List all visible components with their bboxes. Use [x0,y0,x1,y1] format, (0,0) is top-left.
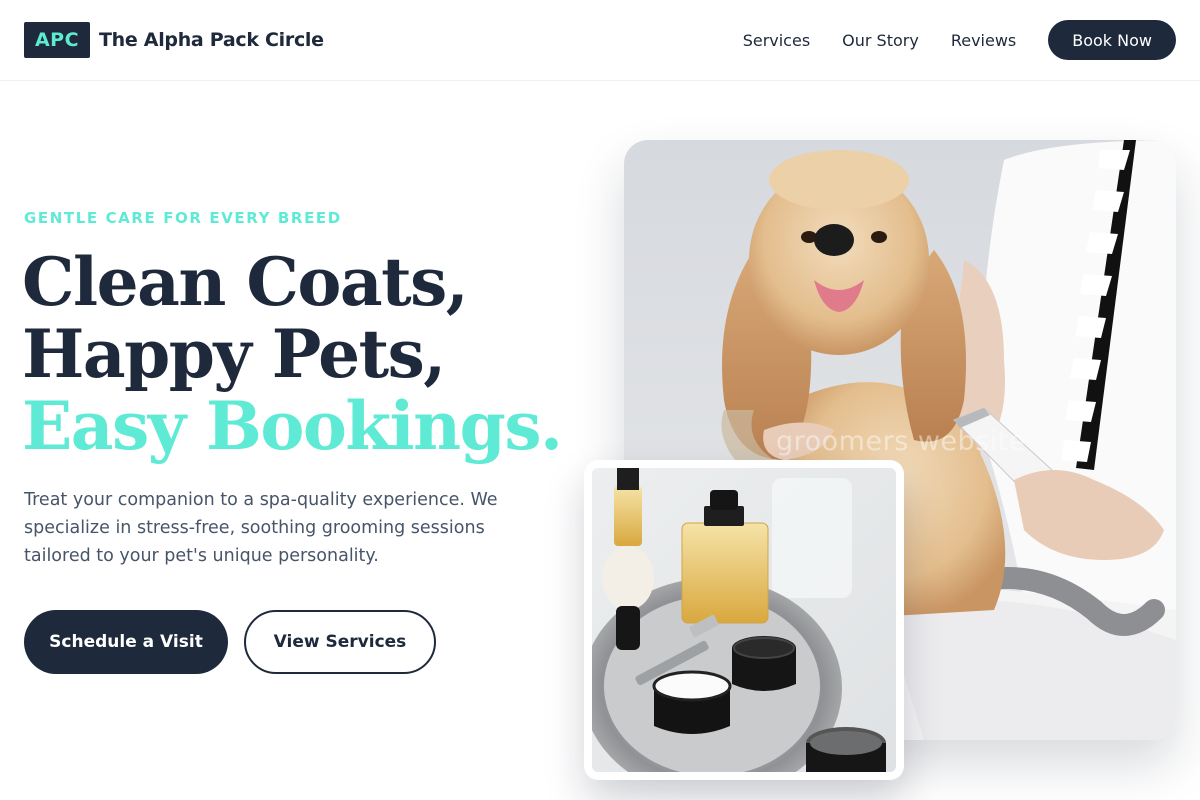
brand-name: The Alpha Pack Circle [99,29,324,51]
image-watermark: groomers website [776,426,1026,457]
nav-link-reviews[interactable]: Reviews [951,31,1016,50]
main-nav: Services Our Story Reviews Book Now [743,20,1176,60]
headline-line-2: Happy Pets, [22,315,446,393]
headline-line-1: Clean Coats, [22,243,469,321]
schedule-visit-button[interactable]: Schedule a Visit [24,610,228,674]
view-services-button[interactable]: View Services [244,610,436,674]
hero-description: Treat your companion to a spa-quality ex… [24,490,498,566]
hero-headline: Clean Coats, Happy Pets, Easy Bookings. [22,246,582,462]
hero-eyebrow: GENTLE CARE FOR EVERY BREED [24,209,342,227]
brand-logo[interactable]: APC The Alpha Pack Circle [24,22,324,58]
products-illustration [592,468,896,772]
site-header: APC The Alpha Pack Circle Services Our S… [0,0,1200,81]
nav-link-our-story[interactable]: Our Story [842,31,919,50]
hero-inset-card [584,460,904,780]
nav-link-services[interactable]: Services [743,31,810,50]
logo-badge: APC [24,22,90,58]
headline-accent: Easy Bookings. [22,387,563,465]
book-now-button[interactable]: Book Now [1048,20,1176,60]
grooming-products-photo [592,468,896,772]
